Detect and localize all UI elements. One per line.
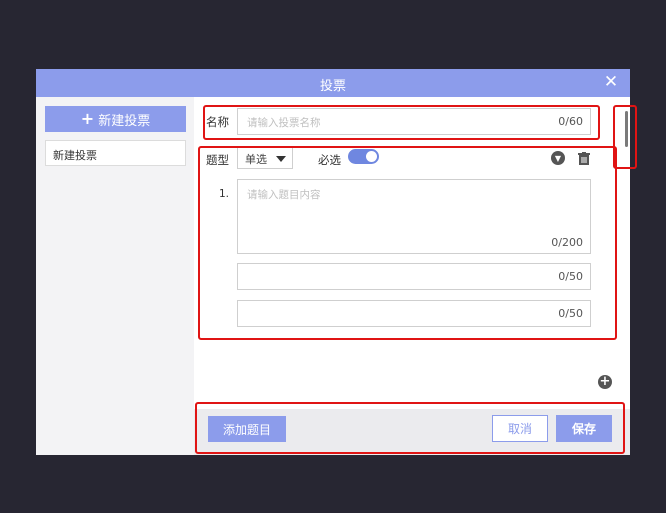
plus-icon: + (80, 109, 95, 128)
sidebar-item-new-vote[interactable]: 新建投票 (45, 140, 186, 166)
dialog-title: 投票 (319, 79, 346, 94)
highlight-name-row (203, 105, 600, 140)
highlight-footer (195, 402, 625, 454)
new-vote-button[interactable]: + 新建投票 (45, 106, 186, 132)
sidebar: + 新建投票 新建投票 (36, 97, 194, 455)
new-vote-button-label: 新建投票 (98, 113, 151, 129)
close-icon[interactable]: ✕ (603, 73, 619, 91)
highlight-question-area (198, 146, 617, 340)
dialog-titlebar: 投票 ✕ (36, 69, 630, 97)
add-option-plus-icon[interactable]: + (598, 375, 612, 389)
